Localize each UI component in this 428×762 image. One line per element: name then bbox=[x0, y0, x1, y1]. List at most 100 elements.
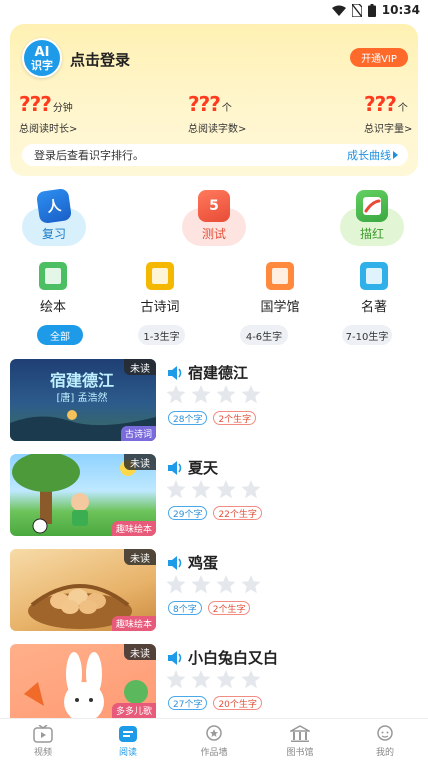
book-badges: 29个字 22个生字 bbox=[168, 506, 262, 520]
star-icon bbox=[166, 575, 186, 594]
stat-unit: 个 bbox=[397, 103, 408, 114]
nav-video[interactable]: 视频 bbox=[13, 721, 73, 761]
nav-reading[interactable]: 阅读 bbox=[98, 721, 158, 761]
filter-chip-1-3[interactable]: 1-3生字 bbox=[138, 325, 185, 345]
new-char-badge: 2个生字 bbox=[213, 411, 257, 425]
book-cover[interactable]: 未读 趣味绘本 bbox=[10, 454, 156, 536]
review-button[interactable]: 人 复习 bbox=[22, 187, 86, 246]
star-icon bbox=[166, 670, 186, 689]
arrow-right-icon bbox=[393, 151, 398, 159]
category-classics[interactable]: 名著 bbox=[339, 260, 409, 316]
category-picture-book[interactable]: 绘本 bbox=[18, 260, 88, 316]
status-bar: 10:34 bbox=[0, 0, 428, 22]
category-label: 国学馆 bbox=[260, 300, 300, 315]
nav-label: 阅读 bbox=[118, 748, 137, 758]
book-item[interactable]: 宿建德江 [唐] 孟浩然 未读 古诗词 宿建德江 28个字 2个生字 bbox=[10, 359, 418, 441]
medal-icon bbox=[206, 725, 222, 741]
review-label: 复习 bbox=[41, 227, 66, 241]
nav-profile[interactable]: 我的 bbox=[355, 721, 415, 761]
test-icon: 5 bbox=[198, 190, 230, 222]
new-char-badge: 2个生字 bbox=[207, 601, 251, 615]
book-title-row[interactable]: 小白兔白又白 bbox=[168, 647, 278, 668]
book-badges: 28个字 2个生字 bbox=[168, 411, 257, 425]
filter-chip-7-10[interactable]: 7-10生字 bbox=[342, 325, 392, 345]
filter-chip-all[interactable]: 全部 bbox=[37, 325, 83, 345]
test-label: 测试 bbox=[201, 227, 226, 241]
book-item[interactable]: 未读 趣味绘本 鸡蛋 8个字 2个生字 bbox=[10, 549, 418, 631]
char-count-badge: 29个字 bbox=[168, 506, 208, 520]
book-title: 夏天 bbox=[188, 459, 219, 477]
nav-works-wall[interactable]: 作品墙 bbox=[184, 721, 244, 761]
unread-badge: 未读 bbox=[124, 454, 156, 470]
cover-title: 宿建德江 bbox=[49, 371, 114, 390]
stat-unit: 分钟 bbox=[52, 103, 73, 114]
stat-value: ??? bbox=[364, 92, 397, 116]
picture-book-icon bbox=[39, 262, 67, 290]
new-char-badge: 22个生字 bbox=[213, 506, 262, 520]
star-icon bbox=[216, 480, 236, 499]
speaker-icon[interactable] bbox=[168, 365, 184, 380]
star-icon bbox=[216, 670, 236, 689]
book-cover[interactable]: 未读 趣味绘本 bbox=[10, 549, 156, 631]
star-icon bbox=[191, 480, 211, 499]
stat-reading-time[interactable]: ??? 分钟 总阅读时长> bbox=[19, 92, 77, 135]
unread-badge: 未读 bbox=[124, 359, 156, 375]
book-title: 鸡蛋 bbox=[188, 554, 219, 572]
person-book-icon: 人 bbox=[35, 187, 73, 225]
stat-known-chars[interactable]: ??? 个 总识字量> bbox=[364, 92, 412, 135]
test-button[interactable]: 5 测试 bbox=[182, 190, 246, 246]
no-sim-icon bbox=[351, 3, 362, 17]
book-tag: 古诗词 bbox=[120, 426, 156, 441]
stat-label: 总阅读时长> bbox=[19, 124, 78, 135]
category-label: 古诗词 bbox=[140, 300, 180, 315]
speaker-icon[interactable] bbox=[168, 650, 184, 665]
category-poetry[interactable]: 古诗词 bbox=[125, 260, 195, 316]
scroll-wen-icon bbox=[266, 262, 294, 290]
star-icon bbox=[216, 575, 236, 594]
trace-label: 描红 bbox=[359, 227, 384, 241]
nav-label: 图书馆 bbox=[286, 748, 314, 758]
login-card[interactable]: AI 识字 点击登录 开通VIP ??? 分钟 总阅读时长> ??? 个 总阅读字数… bbox=[10, 24, 418, 176]
speaker-icon[interactable] bbox=[168, 460, 184, 475]
stat-reading-chars[interactable]: ??? 个 总阅读字数> bbox=[188, 92, 246, 135]
nav-library[interactable]: 图书馆 bbox=[270, 721, 330, 761]
nav-label: 我的 bbox=[375, 748, 394, 758]
stat-value: ??? bbox=[188, 92, 221, 116]
unread-badge: 未读 bbox=[124, 644, 156, 660]
book-cover[interactable]: 宿建德江 [唐] 孟浩然 未读 古诗词 bbox=[10, 359, 156, 441]
char-count-badge: 27个字 bbox=[168, 696, 208, 710]
new-char-badge: 20个生字 bbox=[213, 696, 262, 710]
star-rating bbox=[166, 385, 261, 404]
app-logo: AI 识字 bbox=[22, 38, 62, 78]
book-title-row[interactable]: 宿建德江 bbox=[168, 362, 248, 383]
book-title-row[interactable]: 夏天 bbox=[168, 457, 218, 478]
rank-bar[interactable]: 登录后查看识字排行。 成长曲线 bbox=[22, 144, 408, 166]
wifi-icon bbox=[331, 5, 346, 16]
cover-author: [唐] 孟浩然 bbox=[56, 393, 108, 404]
book-title: 宿建德江 bbox=[188, 364, 249, 382]
growth-curve-link[interactable]: 成长曲线 bbox=[347, 147, 398, 163]
growth-curve-label: 成长曲线 bbox=[347, 149, 391, 162]
book-title-row[interactable]: 鸡蛋 bbox=[168, 552, 218, 573]
filter-chip-4-6[interactable]: 4-6生字 bbox=[240, 325, 288, 345]
pen-trace-icon bbox=[356, 190, 388, 222]
stat-label: 总阅读字数> bbox=[188, 124, 247, 135]
star-icon bbox=[191, 575, 211, 594]
speaker-icon[interactable] bbox=[168, 555, 184, 570]
logo-line2: 识字 bbox=[31, 58, 53, 72]
star-icon bbox=[166, 385, 186, 404]
star-icon bbox=[241, 480, 261, 499]
book-item[interactable]: 未读 趣味绘本 夏天 29个字 22个生字 bbox=[10, 454, 418, 536]
star-icon bbox=[166, 480, 186, 499]
category-guoxue[interactable]: 国学馆 bbox=[245, 260, 315, 316]
book-item[interactable]: 未读 多多儿歌 小白兔白又白 27个字 20个生字 bbox=[10, 644, 418, 726]
bottom-nav: 视频 阅读 作品墙 图书馆 我的 bbox=[0, 718, 428, 762]
login-link[interactable]: 点击登录 bbox=[70, 49, 130, 70]
book-cover[interactable]: 未读 多多儿歌 bbox=[10, 644, 156, 718]
reading-icon bbox=[119, 726, 137, 742]
vip-button[interactable]: 开通VIP bbox=[350, 48, 408, 67]
stat-unit: 个 bbox=[221, 103, 232, 114]
trace-button[interactable]: 描红 bbox=[340, 190, 404, 246]
book-title: 小白兔白又白 bbox=[188, 649, 279, 667]
rank-text: 登录后查看识字排行。 bbox=[34, 149, 144, 162]
